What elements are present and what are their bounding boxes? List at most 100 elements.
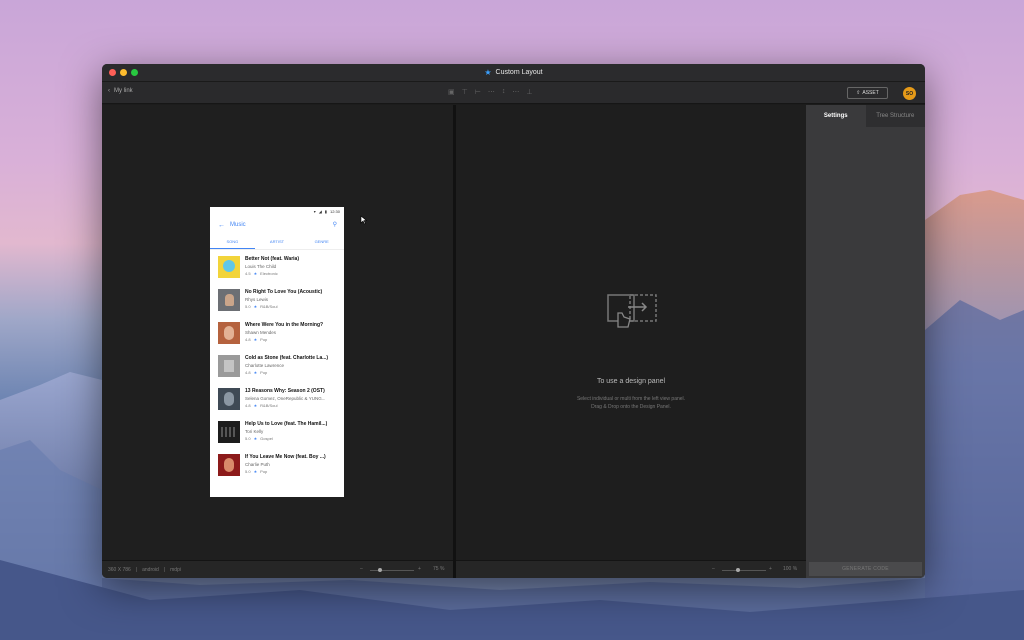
search-icon[interactable]: ⚲ <box>333 221 337 228</box>
song-title: No Right To Love You (Acoustic) <box>245 289 323 295</box>
song-artist: Charlotte Lawrence <box>245 363 285 368</box>
minimize-window-button[interactable] <box>120 69 127 76</box>
align-frame-icon[interactable]: ▣ <box>448 88 455 96</box>
tab-artist[interactable]: ARTIST <box>255 234 300 249</box>
platform-label: android <box>142 566 159 573</box>
list-item[interactable]: If You Leave Me Now (feat. Boy ...) Char… <box>210 454 344 487</box>
back-link[interactable]: ‹ My link <box>108 88 133 94</box>
asset-button[interactable]: ⇧ ASSET <box>847 87 888 99</box>
drag-drop-icon <box>607 294 657 328</box>
song-genre: Pop <box>260 370 268 375</box>
view-panel[interactable]: ▾ ◢ ▮ 12:30 ← Music ⚲ SONG ARTIST GENRE <box>102 105 453 560</box>
song-rating: 5.0 <box>245 304 251 309</box>
zoom-slider-knob[interactable] <box>378 568 382 572</box>
song-artist: Rhys Lewis <box>245 297 269 302</box>
song-title: Cold as Stone (feat. Charlotte La...) <box>245 355 329 361</box>
design-status-bar: – + 100 % <box>456 560 806 578</box>
song-rating: 5.0 <box>245 469 251 474</box>
song-genre: R&B/Soul <box>260 403 278 408</box>
window-controls <box>109 69 138 76</box>
zoom-slider[interactable] <box>370 570 414 571</box>
star-icon: ★ <box>253 337 258 342</box>
song-artist: Louis The Child <box>245 264 277 269</box>
zoom-out-button[interactable]: – <box>712 566 715 572</box>
distribute-spacing-icon[interactable]: ⋯ <box>512 88 519 96</box>
app-logo-icon: ★ <box>484 68 492 77</box>
song-artist: Shawn Mendes <box>245 330 277 335</box>
list-item[interactable]: 13 Reasons Why: Season 2 (OST) Selena Go… <box>210 388 344 421</box>
list-item[interactable]: Cold as Stone (feat. Charlotte La...) Ch… <box>210 355 344 388</box>
zoom-level: 75 % <box>433 566 445 572</box>
title-bar: ★ Custom Layout <box>102 64 925 82</box>
star-icon: ★ <box>253 436 258 441</box>
arrow-back-icon[interactable]: ← <box>218 222 225 229</box>
star-icon: ★ <box>253 304 258 309</box>
upload-icon: ⇧ <box>856 90 861 96</box>
screen-size: 360 X 786 <box>108 566 131 573</box>
mouse-cursor-icon <box>360 215 368 225</box>
align-top-icon[interactable]: ⊤ <box>462 88 468 96</box>
song-title: Where Were You in the Morning? <box>245 322 324 328</box>
generate-code-button[interactable]: GENERATE CODE <box>809 562 922 576</box>
back-link-label: My link <box>114 88 133 94</box>
asset-button-label: ASSET <box>862 90 879 96</box>
song-rating: 4.8 <box>245 370 251 375</box>
toolbar: ‹ My link ▣ ⊤ ⊢ ⋯ ↕ ⋯ ⊥ ⇧ ASSET SO <box>102 82 925 104</box>
star-icon: ★ <box>253 370 258 375</box>
zoom-in-button[interactable]: + <box>769 566 772 572</box>
song-title: Help Us to Love (feat. The Hamil...) <box>245 421 328 427</box>
song-meta: 4.8 ★ R&B/Soul <box>245 403 325 408</box>
list-item[interactable]: No Right To Love You (Acoustic) Rhys Lew… <box>210 289 344 322</box>
phone-status-bar: ▾ ◢ ▮ 12:30 <box>210 207 344 216</box>
song-genre: Pop <box>260 469 268 474</box>
settings-panel: Settings Tree Structure GENERATE CODE <box>806 105 925 578</box>
tab-genre[interactable]: GENRE <box>299 234 344 249</box>
song-genre: R&B/Soul <box>260 304 278 309</box>
list-item[interactable]: Better Not (feat. Waria) Louis The Child… <box>210 256 344 289</box>
song-genre: Electronic <box>260 271 278 276</box>
separator: | <box>135 566 138 573</box>
zoom-in-button[interactable]: + <box>418 566 421 572</box>
song-list: Better Not (feat. Waria) Louis The Child… <box>210 250 344 487</box>
align-bottom-icon[interactable]: ⊥ <box>526 88 532 96</box>
empty-state-description: Select individual or multi from the left… <box>456 395 806 411</box>
zoom-out-button[interactable]: – <box>360 566 363 572</box>
album-art <box>218 256 240 278</box>
tab-tree-structure[interactable]: Tree Structure <box>865 105 925 127</box>
zoom-window-button[interactable] <box>131 69 138 76</box>
design-panel-empty-state: To use a design panel Select individual … <box>456 105 806 560</box>
view-status-bar: 360 X 786 | android | mdpi – + 75 % <box>102 560 453 578</box>
album-art <box>218 355 240 377</box>
avatar[interactable]: SO <box>903 87 916 100</box>
chevron-left-icon: ‹ <box>108 88 110 94</box>
list-item[interactable]: Where Were You in the Morning? Shawn Men… <box>210 322 344 355</box>
album-art <box>218 322 240 344</box>
zoom-level: 100 % <box>783 566 798 572</box>
align-vertical-center-icon[interactable]: ↕ <box>502 88 506 96</box>
song-rating: 4.8 <box>245 337 251 342</box>
album-art <box>218 421 240 443</box>
phone-tabs: SONG ARTIST GENRE <box>210 234 344 250</box>
song-meta: 5.0 ★ Pop <box>245 469 326 474</box>
wifi-icon: ▾ <box>313 209 316 214</box>
window-title-text: Custom Layout <box>495 69 543 76</box>
zoom-slider[interactable] <box>722 570 766 571</box>
album-art <box>218 289 240 311</box>
album-art <box>218 454 240 476</box>
design-panel[interactable]: To use a design panel Select individual … <box>456 105 806 560</box>
zoom-slider-knob[interactable] <box>736 568 740 572</box>
star-icon: ★ <box>253 469 258 474</box>
distribute-horizontal-icon[interactable]: ⋯ <box>488 88 495 96</box>
tab-song[interactable]: SONG <box>210 234 255 249</box>
list-item[interactable]: Help Us to Love (feat. The Hamil...) Tor… <box>210 421 344 454</box>
song-artist: Tori Kelly <box>245 429 264 434</box>
close-window-button[interactable] <box>109 69 116 76</box>
settings-tabs: Settings Tree Structure <box>806 105 925 127</box>
song-title: If You Leave Me Now (feat. Boy ...) <box>245 454 326 460</box>
separator: | <box>163 566 166 573</box>
phone-preview[interactable]: ▾ ◢ ▮ 12:30 ← Music ⚲ SONG ARTIST GENRE <box>210 207 344 497</box>
tab-settings[interactable]: Settings <box>806 105 866 127</box>
song-meta: 4.5 ★ Electronic <box>245 271 299 276</box>
window-title: ★ Custom Layout <box>484 68 542 77</box>
align-left-icon[interactable]: ⊢ <box>475 88 481 96</box>
